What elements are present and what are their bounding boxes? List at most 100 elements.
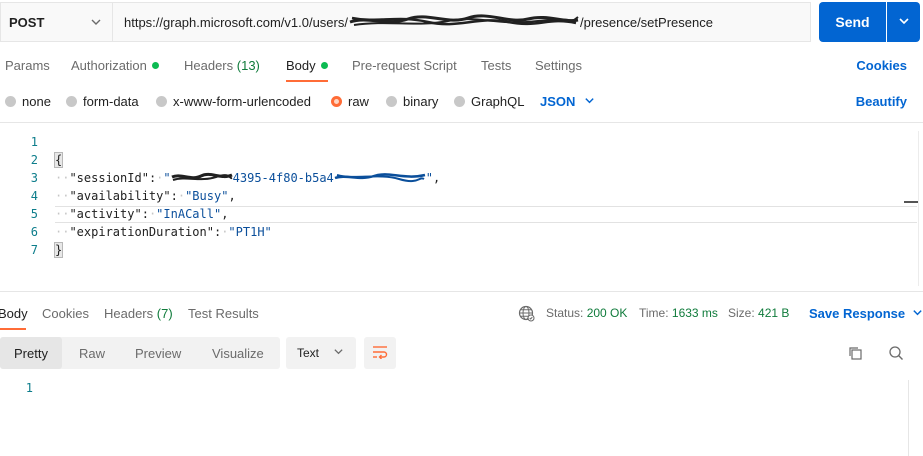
cookies-link[interactable]: Cookies <box>856 58 907 73</box>
headers-count: (13) <box>236 58 260 73</box>
tab-authorization[interactable]: Authorization <box>71 58 159 73</box>
radio-none[interactable]: none <box>5 94 51 109</box>
open-brace: { <box>53 152 64 168</box>
json-key: "sessionId" <box>69 171 149 185</box>
globe-icon[interactable] <box>518 305 535 325</box>
tab-tests[interactable]: Tests <box>481 58 511 73</box>
request-body-editor[interactable]: 1 2 3 4 5 6 7 { ··"sessionId":·" 4395-4f8… <box>0 131 923 291</box>
url-prefix: https://graph.microsoft.com/v1.0/users/ <box>124 14 348 30</box>
json-value: 4395-4f80-b5a4 <box>232 171 334 185</box>
method-select[interactable]: POST <box>0 2 112 42</box>
view-visualize-button[interactable]: Visualize <box>212 337 264 369</box>
radio-graphql-label: GraphQL <box>471 94 525 109</box>
status-dot-icon <box>320 62 328 69</box>
wrap-lines-button[interactable] <box>364 337 396 369</box>
response-status: Status: 200 OK <box>546 306 627 320</box>
json-value: "PT1H" <box>228 225 272 239</box>
radio-icon <box>454 96 465 107</box>
send-button[interactable]: Send <box>819 2 886 42</box>
request-tabs: Params Authorization Headers (13) Body P… <box>0 52 923 82</box>
radio-binary-label: binary <box>403 94 439 109</box>
radio-icon <box>66 96 77 107</box>
tab-body[interactable]: Body <box>286 58 328 73</box>
tab-headers[interactable]: Headers (13) <box>184 58 260 73</box>
wrap-lines-icon <box>372 345 388 362</box>
language-select[interactable]: JSON <box>540 94 595 109</box>
tab-settings[interactable]: Settings <box>535 58 582 73</box>
radio-binary[interactable]: binary <box>386 94 438 109</box>
radio-icon <box>156 96 167 107</box>
size-value: 421 B <box>758 306 790 320</box>
line-number: 4 <box>30 189 38 203</box>
tab-response-body[interactable]: Body <box>0 306 28 321</box>
language-label: JSON <box>540 94 576 109</box>
tab-test-results[interactable]: Test Results <box>188 306 259 321</box>
body-type-selector: none form-data x-www-form-urlencoded raw… <box>0 90 923 114</box>
chevron-down-icon <box>90 16 102 31</box>
tab-pre-request-script[interactable]: Pre-request Script <box>352 58 457 73</box>
json-value: "InACall" <box>156 207 222 221</box>
beautify-link[interactable]: Beautify <box>856 94 907 109</box>
tab-headers-label: Headers <box>184 58 234 73</box>
request-url-bar: POST https://graph.microsoft.com/v1.0/us… <box>0 0 923 44</box>
radio-raw[interactable]: raw <box>331 94 369 109</box>
tab-authorization-label: Authorization <box>71 58 147 73</box>
time-value: 1633 ms <box>671 306 718 320</box>
copy-icon[interactable] <box>846 344 864 362</box>
response-tabs: Body Cookies Headers (7) Test Results St… <box>0 300 923 330</box>
response-format-select[interactable]: Text <box>286 337 356 369</box>
time-label: Time: <box>639 306 669 320</box>
radio-form-data[interactable]: form-data <box>66 94 139 109</box>
line-number: 2 <box>30 153 38 167</box>
save-response-label: Save Response <box>809 306 906 321</box>
line-number: 6 <box>30 225 38 239</box>
radio-urlencoded[interactable]: x-www-form-urlencoded <box>156 94 311 109</box>
tab-response-headers[interactable]: Headers (7) <box>104 306 173 321</box>
url-input[interactable]: https://graph.microsoft.com/v1.0/users/ … <box>112 2 811 42</box>
response-headers-count: (7) <box>156 306 173 321</box>
tab-params[interactable]: Params <box>5 58 50 73</box>
code-line: ··"activity":·"InACall", <box>55 207 229 221</box>
code-line: ··"expirationDuration":·"PT1H" <box>55 225 272 239</box>
save-response-button[interactable]: Save Response <box>809 306 923 321</box>
line-number: 5 <box>30 207 38 221</box>
radio-urlencoded-label: x-www-form-urlencoded <box>173 94 311 109</box>
size-label: Size: <box>728 306 755 320</box>
view-raw-button[interactable]: Raw <box>79 337 105 369</box>
tab-body-label: Body <box>286 58 316 73</box>
send-options-button[interactable] <box>887 2 920 42</box>
search-icon[interactable] <box>887 344 905 362</box>
json-key: "expirationDuration" <box>69 225 214 239</box>
json-key: "activity" <box>69 207 142 221</box>
redacted-scribble <box>348 13 580 32</box>
tab-response-cookies[interactable]: Cookies <box>42 306 89 321</box>
view-pretty-button[interactable]: Pretty <box>0 337 62 369</box>
json-key: "availability" <box>69 189 171 203</box>
divider <box>0 122 923 123</box>
radio-selected-icon <box>331 96 342 107</box>
radio-icon <box>386 96 397 107</box>
radio-none-label: none <box>22 94 51 109</box>
response-body-viewer[interactable]: 1 <box>0 380 923 456</box>
radio-graphql[interactable]: GraphQL <box>454 94 524 109</box>
close-brace: } <box>53 242 64 258</box>
code-line: ··"availability":·"Busy", <box>55 189 236 203</box>
status-value: 200 OK <box>586 306 628 320</box>
response-size: Size: 421 B <box>728 306 789 320</box>
status-label: Status: <box>546 306 584 320</box>
view-preview-button[interactable]: Preview <box>135 337 181 369</box>
response-view-segmented: Pretty Raw Preview Visualize <box>0 337 280 369</box>
url-suffix: /presence/setPresence <box>579 14 713 30</box>
chevron-down-icon <box>912 306 923 321</box>
chevron-down-icon <box>898 15 910 30</box>
response-scrollbar-track[interactable] <box>908 380 909 456</box>
active-tab-indicator <box>0 328 26 330</box>
format-label: Text <box>297 346 320 360</box>
active-tab-indicator <box>286 80 328 82</box>
json-value: "Busy" <box>185 189 229 203</box>
line-number: 1 <box>25 381 33 395</box>
line-number: 3 <box>30 171 38 185</box>
chevron-down-icon <box>584 94 595 109</box>
status-dot-icon <box>151 62 159 69</box>
editor-scrollbar[interactable] <box>904 201 918 203</box>
